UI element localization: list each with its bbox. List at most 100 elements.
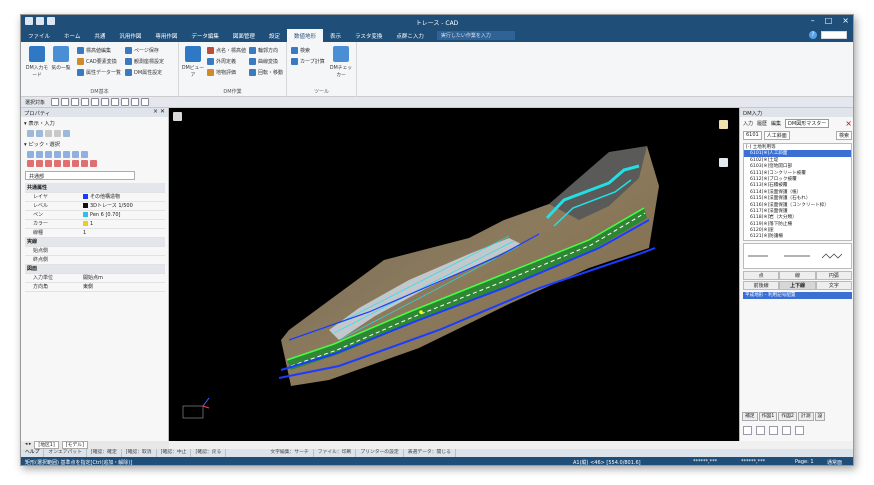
pick-icon-11[interactable] [54, 160, 61, 167]
panel-close-icon[interactable]: × ✕ [153, 108, 165, 115]
close-icon[interactable]: × [845, 119, 852, 128]
dm-bottom-tab[interactable]: 補足 [742, 412, 758, 421]
primitive-button[interactable]: 点 [743, 271, 780, 280]
property-value[interactable]: Pen 6 [0.70] [81, 210, 165, 220]
primitive-button[interactable]: 文字 [815, 281, 852, 290]
polyline-tool-icon[interactable] [101, 98, 109, 106]
tab-input[interactable]: 入力 [743, 120, 753, 127]
dm-master-dropdown[interactable]: DM図形マスター [785, 119, 830, 128]
property-category[interactable]: 共通属性 [25, 183, 165, 193]
pick-icon-2[interactable] [36, 151, 43, 158]
command-bar-item[interactable]: 文字編集：サーチ [266, 449, 314, 457]
line-tool-icon[interactable] [61, 98, 69, 106]
ribbon-button-1-0[interactable]: 標高値編集 [77, 46, 121, 54]
tab-history[interactable]: 履歴 [757, 120, 767, 127]
command-bar-item[interactable]: [確認：戻る [191, 449, 227, 457]
minimize-icon[interactable]: – [811, 16, 815, 25]
ribbon-button-4-2[interactable]: 回転・移動 [249, 68, 283, 76]
selected-symbol-line[interactable]: 平成地形 - 利用記号配置 [743, 292, 852, 299]
command-bar-item[interactable]: プリンターの設定 [356, 449, 404, 457]
pick-icon-6[interactable] [72, 151, 79, 158]
pick-icon-13[interactable] [72, 160, 79, 167]
ribbon-tab-4[interactable]: 専用作図 [148, 29, 184, 42]
pick-icon-14[interactable] [81, 160, 88, 167]
property-value[interactable] [81, 255, 165, 265]
ribbon-tab-2[interactable]: 共通 [87, 29, 112, 42]
dm-code-field[interactable]: 6101 [743, 131, 762, 140]
layer-list-item[interactable]: 6121[※]防護柵 [744, 233, 851, 239]
tab-edit[interactable]: 編集 [771, 120, 781, 127]
property-value[interactable] [81, 246, 165, 256]
ribbon-tab-0[interactable]: ファイル [21, 29, 57, 42]
help-icon[interactable]: ? [809, 31, 817, 39]
text-tool-icon[interactable] [111, 98, 119, 106]
dm-bottom-tab[interactable]: 作図1 [758, 412, 778, 421]
view-menu-icon[interactable] [173, 112, 182, 121]
dm-action-icon-2[interactable] [756, 426, 765, 435]
primitive-button[interactable]: 上下線 [779, 281, 816, 290]
pick-icon-8[interactable] [27, 160, 34, 167]
dm-bottom-tab[interactable]: 設 [814, 412, 826, 421]
property-value[interactable]: 東側 [81, 282, 165, 292]
layer-tool-icon[interactable] [141, 98, 149, 106]
command-bar-item[interactable]: [確認：中止 [157, 449, 192, 457]
sheet-tab-2[interactable]: [モデル] [61, 441, 88, 449]
pick-icon-15[interactable] [90, 160, 97, 167]
command-bar-item[interactable]: [確認：確定 [87, 449, 122, 457]
pick-icon-4[interactable] [54, 151, 61, 158]
display-icon-3[interactable] [45, 130, 52, 137]
property-value[interactable]: 1 [81, 228, 165, 238]
ribbon-button-1-2[interactable]: 属性データ一覧 [77, 68, 121, 76]
display-input-section[interactable]: ▾ 表示・入力 [21, 117, 168, 129]
dm-action-icon-5[interactable] [795, 426, 804, 435]
display-icon-4[interactable] [54, 130, 61, 137]
close-icon[interactable]: × [842, 16, 849, 25]
ribbon-button-3-0[interactable]: 点名・標高値 [207, 46, 246, 54]
ribbon-button-4-1[interactable]: 曲線変換 [249, 57, 283, 65]
ribbon-button-5-1[interactable]: カーブ計算 [291, 57, 325, 65]
ribbon-button-2-0[interactable]: ページ保存 [125, 46, 164, 54]
view-tool-icon-2[interactable] [719, 158, 728, 167]
ribbon-tab-6[interactable]: 図面管理 [226, 29, 262, 42]
ribbon-tab-5[interactable]: データ編集 [184, 29, 226, 42]
ribbon-tab-8[interactable]: 数値地形 [286, 29, 323, 42]
ribbon-button-2-2[interactable]: DM属性設定 [125, 68, 164, 76]
rect-tool-icon[interactable] [71, 98, 79, 106]
ribbon-button-4-0[interactable]: 輪郭方向 [249, 46, 283, 54]
command-bar-item[interactable]: ヘルプ [21, 449, 45, 457]
element-type-select[interactable]: 共通部 [25, 171, 135, 180]
pointer-tool-icon[interactable] [51, 98, 59, 106]
search-button[interactable]: 検索 [835, 131, 852, 140]
ribbon-tab-1[interactable]: ホーム [57, 29, 87, 42]
maximize-icon[interactable]: □ [825, 16, 833, 25]
list-button[interactable]: 気の一覧 [49, 46, 73, 71]
pick-icon-1[interactable] [27, 151, 34, 158]
command-bar-item[interactable]: ファイル：印刷 [314, 449, 357, 457]
tell-me-input[interactable]: 実行したい作業を入力 [436, 31, 515, 40]
ribbon-tab-10[interactable]: ラスタ変換 [348, 29, 389, 42]
dm-viewer-button[interactable]: DMビューア [181, 46, 205, 78]
pick-icon-7[interactable] [81, 151, 88, 158]
pick-select-section[interactable]: ▾ ピック・選択 [21, 138, 168, 150]
ribbon-button-3-1[interactable]: 外周定義 [207, 57, 246, 65]
display-icon-1[interactable] [27, 130, 34, 137]
circle-tool-icon[interactable] [81, 98, 89, 106]
sheet-tab-1[interactable]: [地区1] [34, 441, 59, 449]
dm-input-mode-button[interactable]: DM入力モード [25, 46, 49, 78]
ribbon-button-2-1[interactable]: 観測座標設定 [125, 57, 164, 65]
dm-bottom-tab[interactable]: 作図2 [778, 412, 797, 421]
dm-action-icon-1[interactable] [743, 426, 752, 435]
ribbon-button-1-1[interactable]: CAD要素変換 [77, 57, 121, 65]
ribbon-tab-9[interactable]: 表示 [323, 29, 348, 42]
pick-icon-3[interactable] [45, 151, 52, 158]
ribbon-button-3-2[interactable]: 地物評価 [207, 68, 246, 76]
command-bar-item[interactable]: オンエアパット [44, 449, 87, 457]
dm-checker-button[interactable]: DMチェッカー [329, 46, 353, 78]
account-box[interactable] [821, 31, 847, 39]
ribbon-tab-11[interactable]: 点群こ入力 [389, 29, 431, 42]
primitive-button[interactable]: 線 [779, 271, 816, 280]
arc-tool-icon[interactable] [91, 98, 99, 106]
pick-icon-5[interactable] [63, 151, 70, 158]
property-value[interactable]: 1 [81, 219, 165, 229]
command-bar-item[interactable]: [確認：取消 [122, 449, 157, 457]
